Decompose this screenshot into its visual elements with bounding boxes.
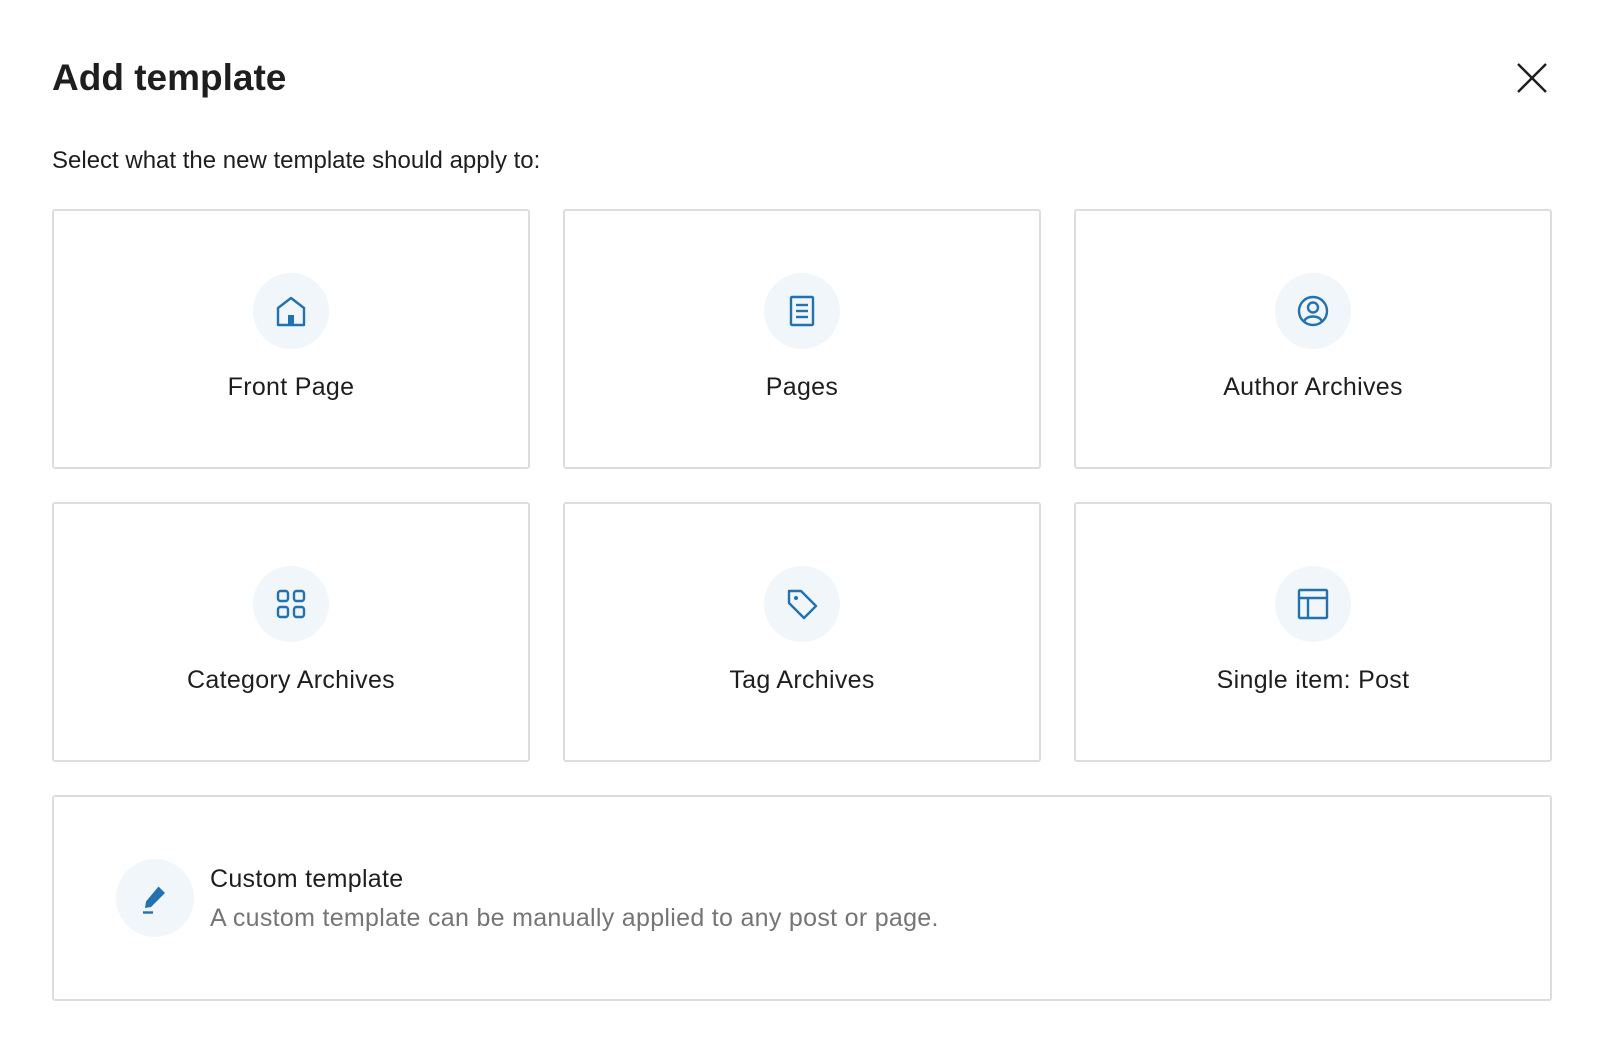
custom-template-option[interactable]: Custom template A custom template can be… — [52, 795, 1552, 1001]
template-option-label: Single item: Post — [1216, 666, 1410, 694]
custom-template-text: Custom template A custom template can be… — [210, 862, 939, 935]
layout-icon — [1296, 587, 1330, 621]
pencil-icon — [138, 881, 172, 915]
icon-circle — [1275, 273, 1351, 349]
custom-template-description: A custom template can be manually applie… — [210, 903, 939, 932]
category-icon — [274, 587, 308, 621]
template-option-category-archives[interactable]: Category Archives — [52, 502, 530, 762]
template-option-tag-archives[interactable]: Tag Archives — [563, 502, 1041, 762]
template-option-front-page[interactable]: Front Page — [52, 209, 530, 469]
close-button[interactable] — [1508, 54, 1556, 102]
close-icon — [1515, 61, 1549, 95]
template-option-single-item-post[interactable]: Single item: Post — [1074, 502, 1552, 762]
dialog-subtitle: Select what the new template should appl… — [52, 147, 541, 174]
icon-circle — [1275, 566, 1351, 642]
template-option-label: Pages — [765, 373, 839, 401]
dialog-title: Add template — [52, 57, 287, 98]
template-option-label: Author Archives — [1223, 373, 1403, 401]
author-icon — [1296, 294, 1330, 328]
template-option-author-archives[interactable]: Author Archives — [1074, 209, 1552, 469]
page-icon — [785, 294, 819, 328]
template-option-pages[interactable]: Pages — [563, 209, 1041, 469]
icon-circle — [764, 566, 840, 642]
template-option-label: Front Page — [227, 373, 355, 401]
template-option-label: Category Archives — [187, 666, 395, 694]
template-option-label: Tag Archives — [729, 666, 875, 694]
icon-circle — [253, 566, 329, 642]
template-options-grid: Front Page Pages Author Archives Categor… — [52, 209, 1552, 762]
custom-template-title: Custom template — [210, 864, 404, 893]
tag-icon — [785, 587, 819, 621]
add-template-dialog: Add template Select what the new templat… — [0, 0, 1600, 1039]
icon-circle — [116, 859, 194, 937]
icon-circle — [764, 273, 840, 349]
icon-circle — [253, 273, 329, 349]
home-icon — [274, 294, 308, 328]
